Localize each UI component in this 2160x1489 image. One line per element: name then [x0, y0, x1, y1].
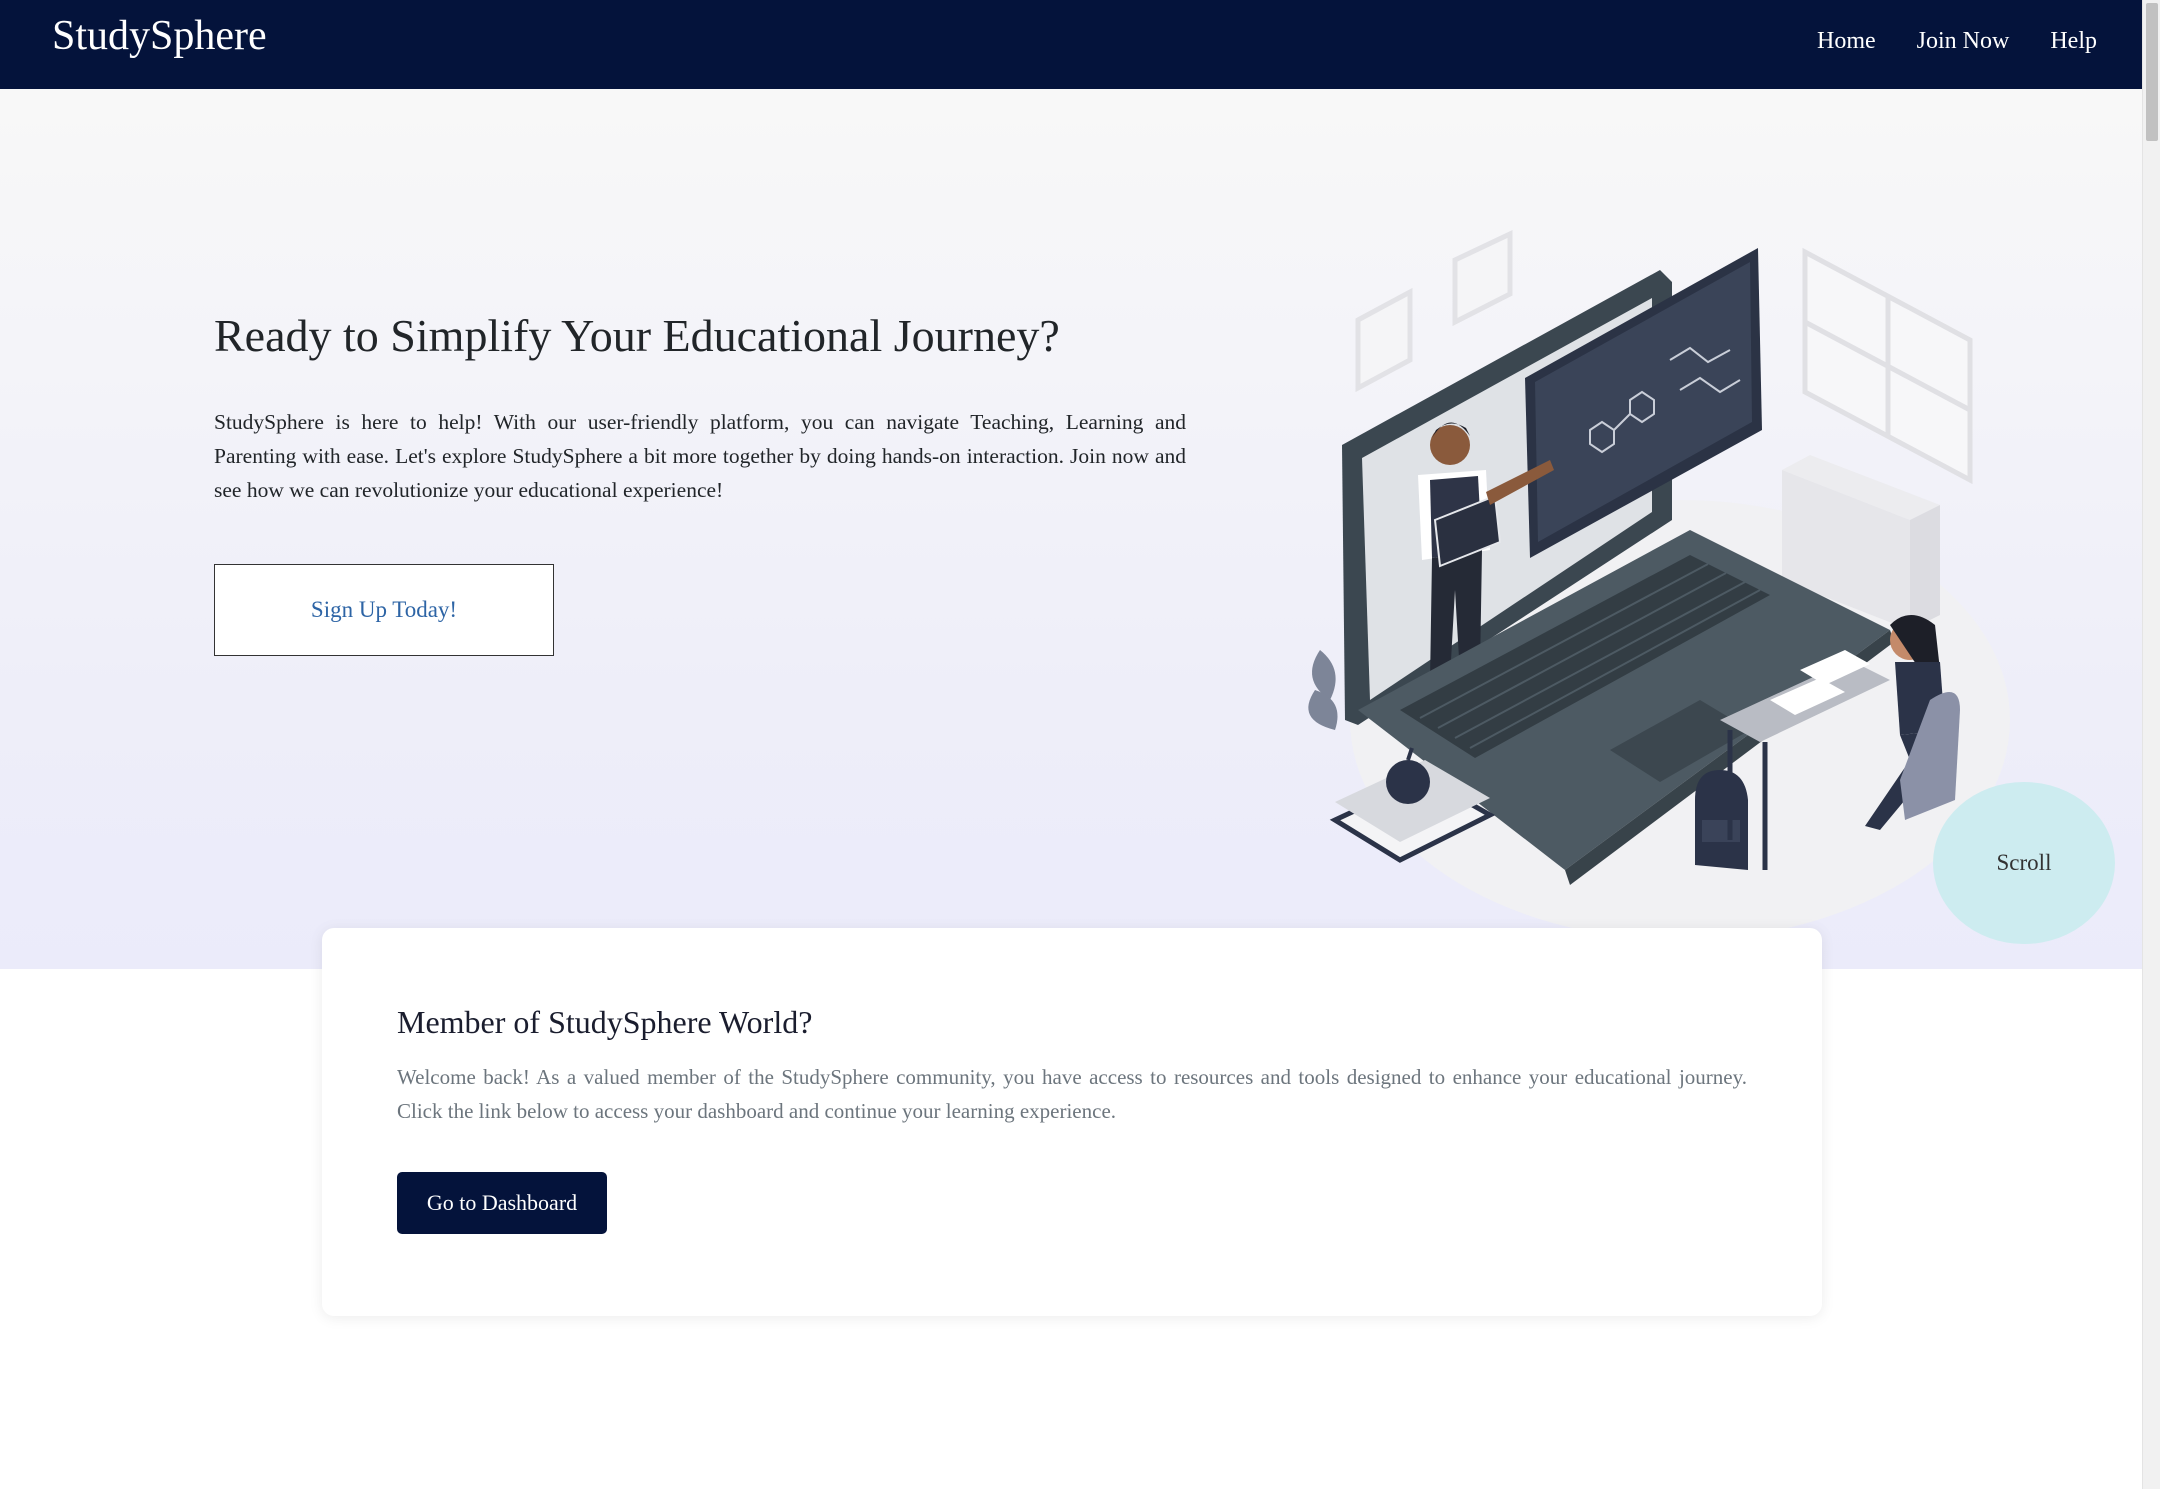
backpack-icon [1695, 770, 1748, 870]
scrollbar-thumb[interactable] [2146, 3, 2158, 141]
nav-link-help[interactable]: Help [2050, 28, 2097, 55]
hero-description: StudySphere is here to help! With our us… [214, 410, 1186, 502]
member-card: Member of StudySphere World? Welcome bac… [322, 928, 1822, 1316]
member-description: Welcome back! As a valued member of the … [397, 1065, 1747, 1123]
go-to-dashboard-button[interactable]: Go to Dashboard [397, 1172, 607, 1234]
page-scrollbar[interactable] [2142, 0, 2160, 1489]
scroll-button[interactable]: Scroll [1933, 782, 2115, 944]
wall-frame-icon [1355, 230, 1513, 393]
hero-title: Ready to Simplify Your Educational Journ… [214, 310, 1060, 361]
nav-link-home[interactable]: Home [1817, 28, 1876, 55]
navbar: StudySphere Home Join Now Help [0, 0, 2142, 89]
brand-logo[interactable]: StudySphere [52, 12, 267, 60]
sign-up-button[interactable]: Sign Up Today! [214, 564, 554, 656]
nav-link-join-now[interactable]: Join Now [1917, 28, 2010, 55]
online-teaching-illustration [1308, 230, 2010, 930]
member-title: Member of StudySphere World? [397, 1004, 813, 1040]
nav-links: Home Join Now Help [1776, 28, 2097, 55]
plant-icon [1308, 650, 1338, 730]
window-icon [1802, 247, 1973, 485]
